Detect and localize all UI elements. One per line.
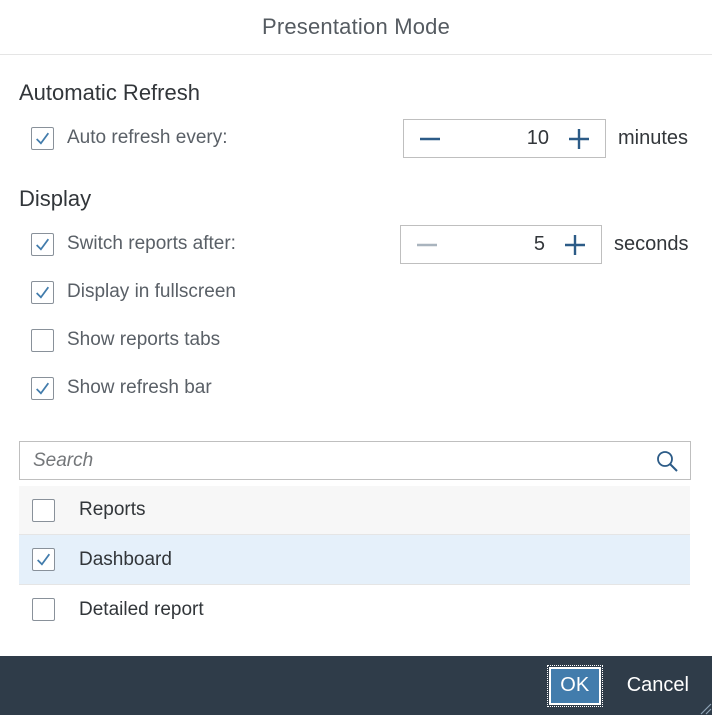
report-tabs-option[interactable]: Show reports tabs (31, 327, 220, 353)
auto-refresh-label: Auto refresh every: (67, 127, 228, 148)
refresh-bar-checkbox[interactable] (31, 376, 54, 400)
switch-reports-unit: seconds (614, 233, 689, 255)
check-icon (37, 553, 51, 566)
report-tabs-label: Show reports tabs (67, 329, 221, 350)
auto-refresh-checkbox[interactable] (31, 126, 54, 150)
resize-handle-icon[interactable] (698, 701, 712, 715)
search-input[interactable] (20, 442, 644, 479)
switch-reports-stepper[interactable]: 5 (400, 225, 602, 264)
plus-icon (565, 234, 585, 255)
dialog-header: Presentation Mode (0, 0, 712, 55)
dialog-footer: OK Cancel (0, 656, 712, 715)
list-item-label: Detailed report (79, 598, 204, 620)
section-title-automatic-refresh: Automatic Refresh (19, 80, 200, 105)
fullscreen-option[interactable]: Display in fullscreen (31, 279, 236, 305)
plus-icon (569, 128, 589, 149)
auto-refresh-value[interactable]: 10 (456, 127, 553, 150)
auto-refresh-unit: minutes (618, 127, 689, 149)
search-icon (657, 450, 678, 472)
switch-reports-checkbox[interactable] (31, 232, 54, 256)
auto-refresh-option[interactable]: Auto refresh every: (31, 125, 228, 151)
list-item-label: Dashboard (79, 548, 172, 570)
section-title-display: Display (19, 186, 92, 211)
minus-icon (420, 137, 440, 140)
auto-refresh-increment-button[interactable] (553, 120, 605, 157)
check-icon (36, 132, 50, 145)
switch-reports-label: Switch reports after: (67, 233, 236, 254)
presentation-mode-dialog: Presentation Mode Automatic Refresh Auto… (0, 0, 712, 715)
list-item-checkbox[interactable] (32, 598, 55, 621)
switch-reports-decrement-button[interactable] (401, 226, 453, 263)
list-item-label: Reports (79, 499, 146, 520)
refresh-bar-option[interactable]: Show refresh bar (31, 375, 212, 401)
switch-reports-value[interactable]: 5 (453, 233, 549, 256)
search-button[interactable] (644, 442, 690, 479)
list-item-checkbox[interactable] (32, 548, 55, 571)
switch-reports-increment-button[interactable] (549, 226, 601, 263)
check-icon (36, 382, 50, 395)
report-list: Reports Dashboard Detailed report (19, 486, 690, 634)
report-tabs-checkbox[interactable] (31, 328, 54, 352)
cancel-button[interactable]: Cancel (619, 667, 697, 705)
check-icon (36, 238, 50, 251)
minus-icon (417, 243, 437, 246)
list-item-checkbox[interactable] (32, 498, 55, 522)
refresh-bar-label: Show refresh bar (67, 377, 212, 398)
auto-refresh-decrement-button[interactable] (404, 120, 456, 157)
auto-refresh-stepper[interactable]: 10 (403, 119, 606, 158)
fullscreen-label: Display in fullscreen (67, 281, 236, 302)
dialog-title: Presentation Mode (261, 14, 451, 39)
check-icon (36, 286, 50, 299)
list-item-detailed-report[interactable]: Detailed report (19, 585, 690, 634)
switch-reports-option[interactable]: Switch reports after: (31, 231, 236, 257)
fullscreen-checkbox[interactable] (31, 280, 54, 304)
search-field[interactable] (19, 441, 691, 480)
list-item-reports[interactable]: Reports (19, 486, 690, 535)
ok-button[interactable]: OK (546, 664, 603, 707)
list-item-dashboard[interactable]: Dashboard (19, 535, 690, 585)
